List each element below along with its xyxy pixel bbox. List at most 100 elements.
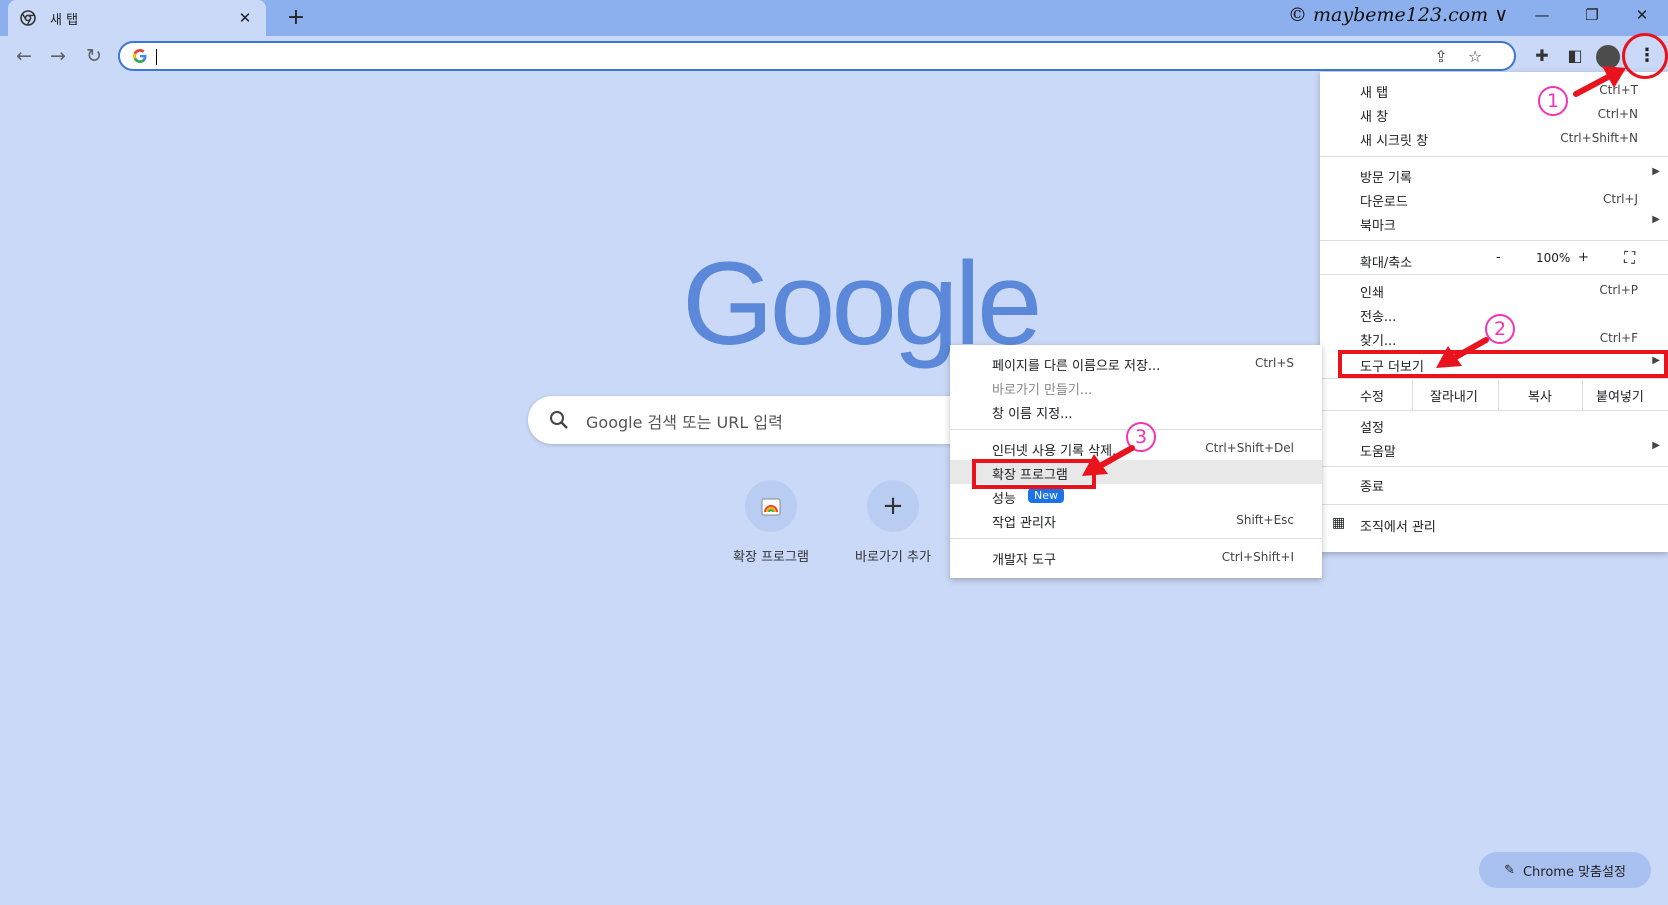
menu-shortcut: Ctrl+J	[1603, 192, 1638, 206]
menu-shortcut: Ctrl+Shift+I	[1221, 550, 1294, 564]
annotation-step-1: 1	[1538, 86, 1568, 116]
menu-divider	[1320, 504, 1668, 505]
menu-shortcut: Shift+Esc	[1236, 513, 1294, 527]
edit-divider	[1498, 380, 1499, 410]
address-bar[interactable]: ⇪ ☆	[118, 41, 1516, 71]
edit-divider	[1412, 380, 1413, 410]
title-bar: 새 탭 ✕ + © maybeme123.com ∨ — ❐ ✕	[0, 0, 1668, 36]
menu-shortcut: Ctrl+Shift+Del	[1205, 441, 1294, 455]
toolbar: ← → ↻ ⇪ ☆ ✚ ◧ ⋮	[0, 36, 1668, 76]
tab-new-tab[interactable]: 새 탭 ✕	[8, 0, 266, 36]
menu-shortcut: Ctrl+Shift+N	[1560, 131, 1638, 145]
close-icon[interactable]: ✕	[236, 9, 254, 27]
bookmark-star-icon[interactable]: ☆	[1464, 46, 1486, 68]
shortcut-label: 바로가기 추가	[855, 550, 931, 565]
menu-label: 북마크	[1360, 219, 1396, 234]
google-g-icon	[133, 49, 147, 63]
tab-title: 새 탭	[50, 12, 79, 28]
menu-label: 인쇄	[1360, 286, 1384, 301]
menu-label: 바로가기 만들기...	[992, 383, 1093, 398]
menu-item-settings[interactable]: 설정	[1320, 413, 1668, 437]
watermark: © maybeme123.com ∨	[1288, 4, 1509, 26]
menu-divider	[1320, 378, 1668, 379]
menu-shortcut: Ctrl+N	[1597, 107, 1638, 121]
submenu-item-create-shortcut[interactable]: 바로가기 만들기...	[950, 375, 1322, 399]
menu-divider	[1320, 240, 1668, 241]
menu-label: 개발자 도구	[992, 553, 1056, 568]
reload-button[interactable]: ↻	[80, 42, 108, 70]
edit-label: 수정	[1360, 390, 1384, 405]
plus-icon: +	[867, 480, 919, 532]
menu-label: 성능	[992, 492, 1016, 507]
menu-item-downloads[interactable]: 다운로드 Ctrl+J	[1320, 187, 1668, 211]
zoom-in-button[interactable]: +	[1578, 250, 1589, 265]
edit-divider	[1582, 380, 1583, 410]
submenu-arrow-icon: ▶	[1652, 166, 1660, 177]
menu-divider	[950, 538, 1322, 539]
copy-button[interactable]: 복사	[1528, 386, 1552, 405]
share-icon[interactable]: ⇪	[1430, 46, 1452, 68]
chrome-icon	[20, 10, 36, 26]
menu-label: 방문 기록	[1360, 171, 1412, 186]
web-store-icon	[745, 480, 797, 532]
menu-label: 새 창	[1360, 110, 1389, 125]
new-badge: New	[1028, 488, 1064, 503]
menu-item-help[interactable]: 도움말 ▶	[1320, 437, 1668, 461]
minimize-button[interactable]: —	[1522, 6, 1562, 30]
building-icon: ▦	[1332, 515, 1346, 531]
menu-label: 작업 관리자	[992, 516, 1056, 531]
cut-button[interactable]: 잘라내기	[1430, 386, 1478, 405]
paste-button[interactable]: 붙여넣기	[1596, 386, 1644, 405]
extensions-puzzle-icon[interactable]: ✚	[1530, 44, 1554, 68]
submenu-item-save-page[interactable]: 페이지를 다른 이름으로 저장... Ctrl+S	[950, 351, 1322, 375]
shortcut-add[interactable]: + 바로가기 추가	[838, 480, 948, 565]
submenu-arrow-icon: ▶	[1652, 214, 1660, 225]
submenu-item-task-manager[interactable]: 작업 관리자 Shift+Esc	[950, 508, 1322, 532]
new-tab-button[interactable]: +	[282, 4, 310, 32]
forward-button[interactable]: →	[44, 42, 72, 70]
menu-divider	[1320, 466, 1668, 467]
menu-divider	[1320, 410, 1668, 411]
menu-label: 찾기...	[1360, 334, 1397, 349]
window-close-button[interactable]: ✕	[1622, 6, 1662, 30]
menu-label: 창 이름 지정...	[992, 407, 1073, 422]
fullscreen-icon[interactable]: ⛶	[1624, 248, 1635, 268]
annotation-arrow-3	[1082, 445, 1135, 476]
pencil-icon: ✎	[1504, 862, 1515, 878]
text-caret	[156, 49, 157, 65]
chrome-main-menu: 새 탭 Ctrl+T 새 창 Ctrl+N 새 시크릿 창 Ctrl+Shift…	[1320, 72, 1668, 552]
menu-item-exit[interactable]: 종료	[1320, 472, 1668, 496]
menu-label: 새 탭	[1360, 86, 1389, 101]
menu-label: 전송...	[1360, 310, 1397, 325]
shortcut-label: 확장 프로그램	[733, 550, 809, 565]
menu-item-history[interactable]: 방문 기록 ▶	[1320, 163, 1668, 187]
zoom-out-button[interactable]: -	[1496, 250, 1501, 265]
menu-divider	[1320, 274, 1668, 275]
menu-shortcut: Ctrl+F	[1599, 331, 1638, 345]
highlight-more-tools	[1338, 350, 1668, 378]
search-icon	[550, 411, 568, 429]
submenu-item-name-window[interactable]: 창 이름 지정...	[950, 399, 1322, 423]
menu-item-bookmarks[interactable]: 북마크 ▶	[1320, 211, 1668, 235]
menu-item-new-window[interactable]: 새 창 Ctrl+N	[1320, 102, 1668, 126]
submenu-item-devtools[interactable]: 개발자 도구 Ctrl+Shift+I	[950, 545, 1322, 569]
menu-item-incognito[interactable]: 새 시크릿 창 Ctrl+Shift+N	[1320, 126, 1668, 150]
menu-item-edit: 수정 잘라내기 복사 붙여넣기	[1320, 380, 1668, 410]
menu-label: 종료	[1360, 480, 1384, 495]
menu-label: 확대/축소	[1360, 256, 1413, 271]
restore-button[interactable]: ❐	[1572, 6, 1612, 30]
menu-divider	[1320, 156, 1668, 157]
menu-label: 페이지를 다른 이름으로 저장...	[992, 359, 1161, 374]
annotation-arrow-1	[1573, 66, 1626, 97]
search-placeholder: Google 검색 또는 URL 입력	[586, 413, 783, 432]
menu-shortcut: Ctrl+S	[1254, 356, 1294, 370]
annotation-arrow-2	[1436, 337, 1489, 368]
submenu-arrow-icon: ▶	[1652, 440, 1660, 451]
menu-shortcut: Ctrl+P	[1599, 283, 1638, 297]
shortcut-extensions[interactable]: 확장 프로그램	[716, 480, 826, 565]
customize-chrome-button[interactable]: ✎ Chrome 맞춤설정	[1479, 852, 1651, 888]
customize-label: Chrome 맞춤설정	[1522, 864, 1626, 880]
back-button[interactable]: ←	[10, 42, 38, 70]
menu-item-print[interactable]: 인쇄 Ctrl+P	[1320, 278, 1668, 302]
menu-item-managed[interactable]: ▦ 조직에서 관리	[1320, 512, 1668, 536]
